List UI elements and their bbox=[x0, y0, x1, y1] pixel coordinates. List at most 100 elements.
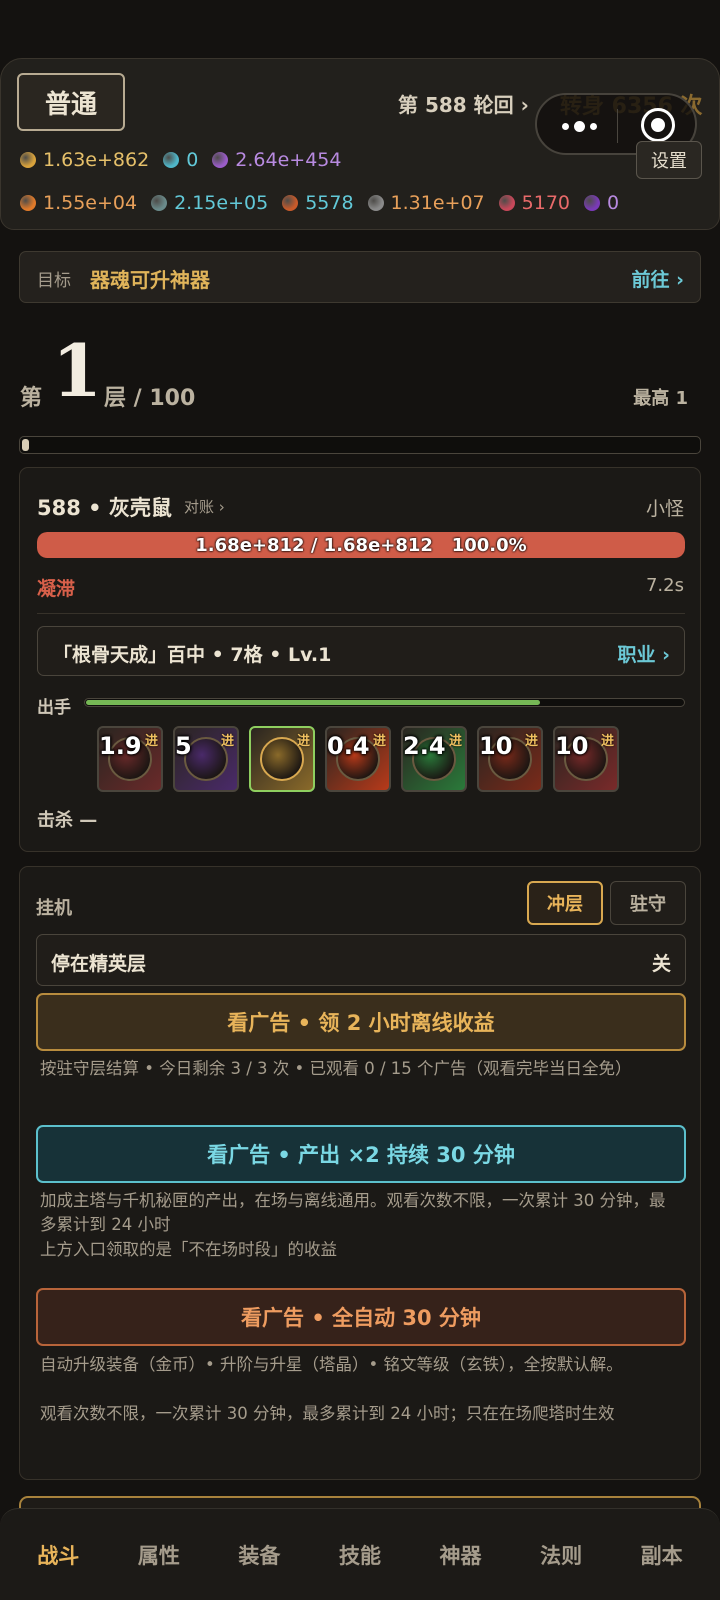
class-info: 「根骨天成」百中 • 7格 • Lv.1 bbox=[53, 644, 332, 666]
ore-icon bbox=[282, 195, 299, 211]
goal-go-link[interactable]: 前往 › bbox=[632, 265, 684, 292]
resource-value: 1.31e+07 bbox=[390, 192, 485, 214]
enemy-hp-bar: 1.68e+812 / 1.68e+812 100.0% bbox=[37, 532, 685, 558]
skill-slots: 进 1.9 进 5 进进 0.4 进 2.4 进 10 进 10 bbox=[97, 726, 619, 792]
enemy-type: 小怪 bbox=[645, 498, 684, 520]
resource-item: 5170 bbox=[498, 192, 570, 214]
orange-gem-icon bbox=[20, 195, 36, 211]
ad-auto-button[interactable]: 看广告 • 全自动 30 分钟 bbox=[36, 1288, 686, 1346]
nav-tab[interactable]: 战斗 bbox=[12, 1540, 104, 1570]
crimson-beast-skill-icon[interactable]: 进 10 bbox=[477, 726, 543, 792]
goal-value: 器魂可升神器 bbox=[90, 268, 210, 292]
resource-value: 2.64e+454 bbox=[235, 149, 342, 171]
resource-item: 1.63e+862 bbox=[20, 149, 149, 171]
blood-wheel-skill-icon[interactable]: 进 1.9 bbox=[97, 726, 163, 792]
crystal-icon bbox=[163, 152, 180, 168]
iron-ingot-icon bbox=[367, 195, 384, 211]
resource-row-1: 1.63e+862 0 2.64e+454 bbox=[20, 149, 355, 171]
ad-offline-reward-button[interactable]: 看广告 • 领 2 小时离线收益 bbox=[36, 993, 686, 1051]
resource-item: 0 bbox=[584, 192, 619, 214]
cycle-link[interactable]: 第 588 轮回 › bbox=[398, 89, 529, 118]
skill-cooldown: 10 bbox=[555, 732, 589, 760]
floor-max: 最高 1 bbox=[633, 388, 688, 409]
fire-orb-skill-icon[interactable]: 进 0.4 bbox=[325, 726, 391, 792]
mode-button[interactable]: 普通 bbox=[17, 73, 125, 131]
skill-advance-badge: 进 bbox=[144, 734, 158, 749]
resource-value: 0 bbox=[186, 149, 199, 171]
reconcile-link[interactable]: 对账 › bbox=[184, 496, 225, 517]
jade-swirl-skill-icon[interactable]: 进 2.4 bbox=[401, 726, 467, 792]
floor-prefix: 第 bbox=[20, 386, 43, 411]
bottom-nav: 战斗 属性 装备 技能 神器 法则 副本 bbox=[0, 1508, 720, 1600]
resource-item: 1.55e+04 bbox=[20, 192, 137, 214]
resource-item: 0 bbox=[163, 149, 198, 171]
resource-value: 5170 bbox=[521, 192, 570, 214]
settings-button[interactable]: 设置 bbox=[636, 141, 702, 179]
skill-advance-badge: 进 bbox=[448, 734, 462, 749]
floor-total: 层 / 100 bbox=[104, 386, 196, 411]
status-effect-label: 凝滞 bbox=[37, 578, 76, 600]
class-link[interactable]: 职业 › bbox=[618, 640, 670, 667]
status-effect-time: 7.2s bbox=[645, 575, 684, 596]
more-dots-icon[interactable] bbox=[559, 115, 599, 137]
floor-number: 1 bbox=[52, 328, 103, 413]
nav-tab[interactable]: 法则 bbox=[515, 1540, 607, 1570]
resource-value: 1.55e+04 bbox=[43, 192, 138, 214]
ad-offline-note: 按驻守层结算 • 今日剩余 3 / 3 次 • 已观看 0 / 15 个广告（观… bbox=[40, 1059, 632, 1078]
attack-progress-fill bbox=[86, 700, 540, 705]
infinity-rune-skill-icon[interactable]: 进 bbox=[249, 726, 315, 792]
bottle-icon bbox=[151, 195, 168, 211]
ad-auto-note-2: 观看次数不限，一次累计 30 分钟，最多累计到 24 小时；只在在场爬塔时生效 bbox=[40, 1404, 615, 1423]
skill-cooldown: 2.4 bbox=[403, 732, 446, 760]
nav-tab[interactable]: 神器 bbox=[415, 1540, 507, 1570]
resource-row-2: 1.55e+04 2.15e+05 5578 1.31e+07 5170 0 bbox=[20, 192, 633, 214]
resource-value: 0 bbox=[607, 192, 620, 214]
ad-auto-note: 自动升级装备（金币）• 升阶与升星（塔晶）• 铭文等级（玄铁），全按默认解。 bbox=[40, 1355, 623, 1374]
resource-item: 2.64e+454 bbox=[212, 149, 341, 171]
stop-at-elite-label: 停在精英层 bbox=[51, 953, 147, 975]
skill-advance-badge: 进 bbox=[220, 734, 234, 749]
attack-progress-bar bbox=[84, 698, 685, 707]
stop-at-elite-toggle[interactable]: 停在精英层 关 bbox=[36, 934, 686, 986]
violet-orb-icon bbox=[584, 195, 600, 211]
void-vortex-skill-icon[interactable]: 进5 bbox=[173, 726, 239, 792]
idle-panel: 挂机 冲层 驻守 停在精英层 关 看广告 • 领 2 小时离线收益 按驻守层结算… bbox=[19, 866, 701, 1480]
enemy-name: 588 • 灰壳鼠 bbox=[37, 496, 172, 520]
skill-advance-badge: 进 bbox=[524, 734, 538, 749]
goal-bar[interactable]: 目标 器魂可升神器 前往 › bbox=[19, 251, 701, 303]
nav-tab[interactable]: 装备 bbox=[213, 1540, 305, 1570]
gold-coin-icon bbox=[20, 152, 36, 168]
resource-item: 1.31e+07 bbox=[367, 192, 485, 214]
stop-at-elite-value: 关 bbox=[651, 953, 671, 975]
skill-advance-badge: 进 bbox=[600, 734, 614, 749]
idle-title: 挂机 bbox=[36, 898, 72, 919]
enemy-hp-text: 1.68e+812 / 1.68e+812 100.0% bbox=[195, 534, 527, 556]
resource-value: 5578 bbox=[305, 192, 354, 214]
resource-value: 1.63e+862 bbox=[43, 149, 150, 171]
skill-cooldown: 0.4 bbox=[327, 732, 370, 760]
resource-item: 5578 bbox=[282, 192, 354, 214]
ad-double-output-button[interactable]: 看广告 • 产出 ×2 持续 30 分钟 bbox=[36, 1125, 686, 1183]
ad-double-note-2: 上方入口领取的是「不在场时段」的收益 bbox=[40, 1240, 337, 1259]
panel-divider bbox=[37, 613, 685, 614]
capsule-divider bbox=[617, 109, 618, 143]
class-bar[interactable]: 「根骨天成」百中 • 7格 • Lv.1 职业 › bbox=[37, 626, 685, 676]
skill-cooldown: 5 bbox=[175, 732, 192, 760]
tab-guard[interactable]: 驻守 bbox=[610, 881, 686, 925]
skill-advance-badge: 进 bbox=[372, 734, 386, 749]
purple-orb-icon bbox=[212, 152, 229, 168]
tab-push-floor[interactable]: 冲层 bbox=[527, 881, 603, 925]
nav-tab[interactable]: 副本 bbox=[616, 1540, 708, 1570]
nav-tab[interactable]: 技能 bbox=[314, 1540, 406, 1570]
resource-value: 2.15e+05 bbox=[174, 192, 269, 214]
attack-label: 出手 bbox=[37, 698, 71, 718]
ad-double-note: 加成主塔与千机秘匣的产出，在场与离线通用。观看次数不限，一次累计 30 分钟，最… bbox=[40, 1191, 666, 1234]
battle-panel: 588 • 灰壳鼠 对账 › 小怪 1.68e+812 / 1.68e+812 … bbox=[19, 467, 701, 852]
power-glyph-skill-icon[interactable]: 进 10 bbox=[553, 726, 619, 792]
floor-progress-fill bbox=[22, 439, 29, 451]
close-target-icon[interactable] bbox=[641, 108, 675, 142]
nav-tab[interactable]: 属性 bbox=[113, 1540, 205, 1570]
resource-item: 2.15e+05 bbox=[151, 192, 268, 214]
skill-cooldown: 1.9 bbox=[99, 732, 142, 760]
goal-label: 目标 bbox=[37, 271, 71, 291]
